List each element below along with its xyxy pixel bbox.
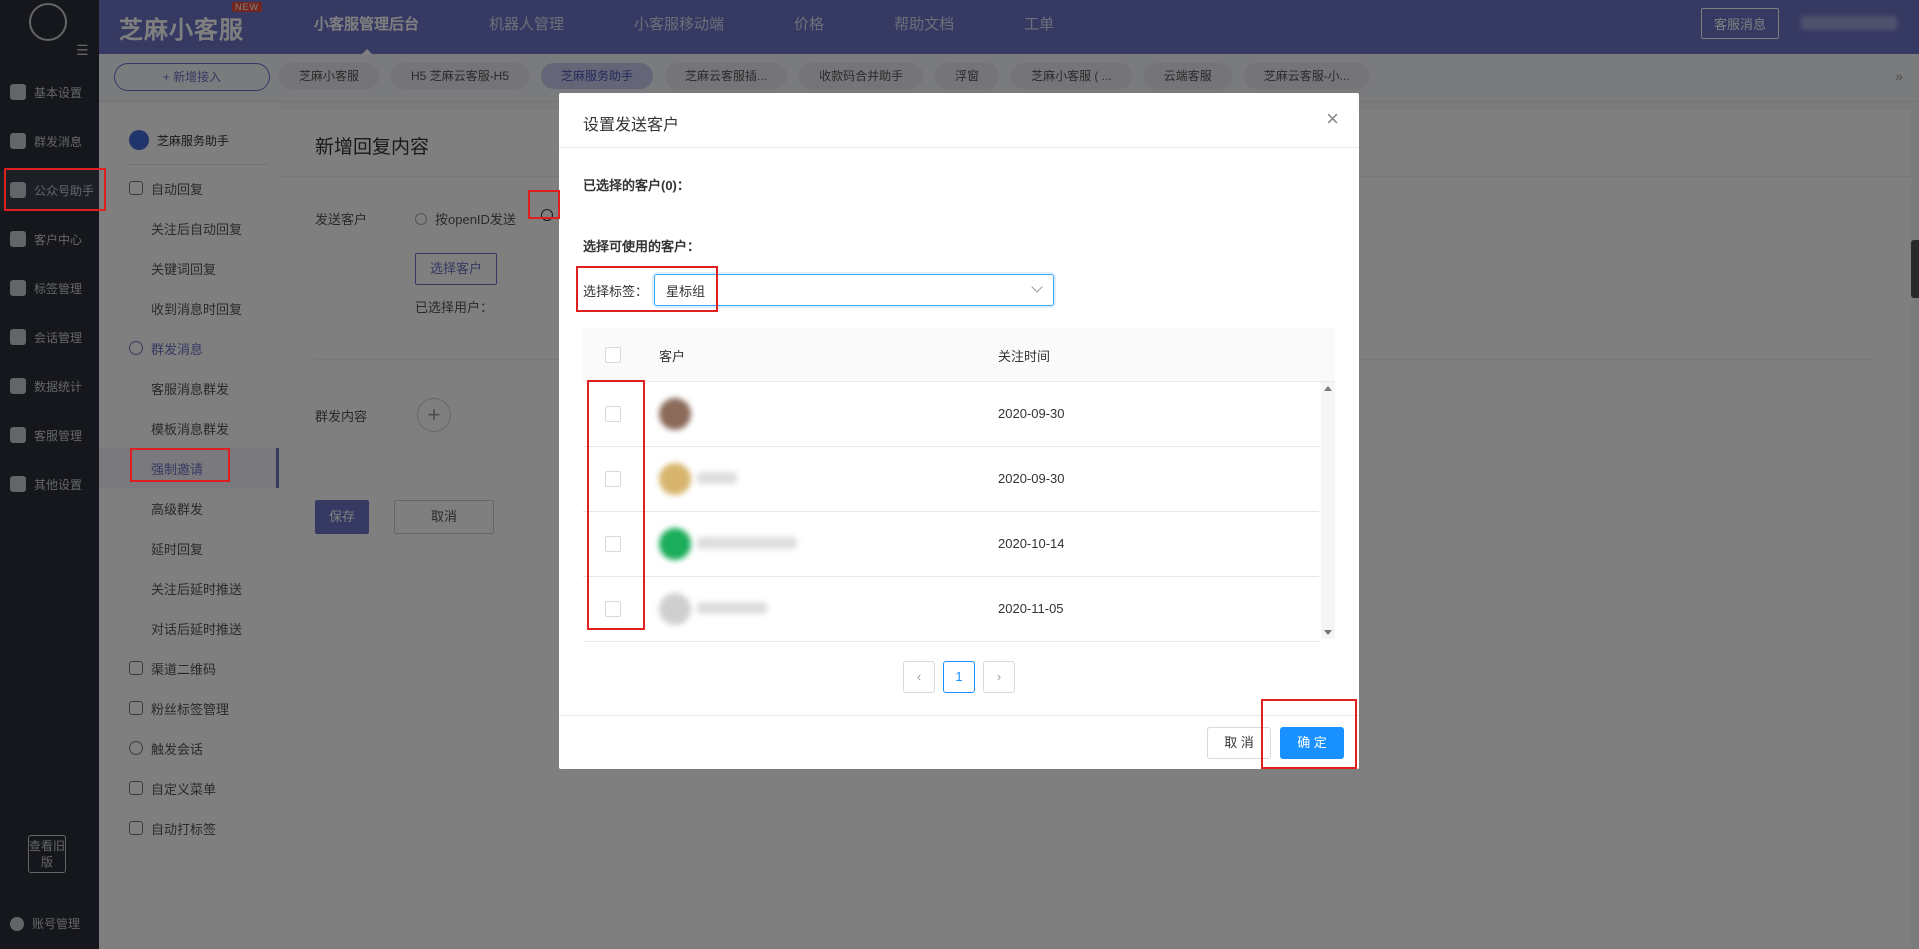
close-icon[interactable]: × (1326, 106, 1339, 132)
customer-name-blurred (697, 472, 737, 484)
selected-customers-label: 已选择的客户(0)： (583, 178, 690, 193)
customer-table: 客户 关注时间 2020-09-30 2020-09-30 2020-10-14… (583, 328, 1335, 642)
annotation-box (576, 266, 718, 312)
annotation-box (1261, 699, 1357, 769)
chevron-down-icon (1031, 281, 1043, 293)
column-follow-time: 关注时间 (998, 349, 1051, 364)
next-page-button[interactable]: › (983, 661, 1015, 693)
avatar (659, 398, 691, 430)
customer-name-blurred (697, 602, 767, 614)
table-row[interactable]: 2020-09-30 (583, 447, 1319, 512)
table-row[interactable]: 2020-10-14 (583, 512, 1319, 577)
table-scrollbar[interactable] (1321, 382, 1335, 639)
select-all-checkbox[interactable] (605, 347, 621, 363)
follow-date: 2020-11-05 (998, 601, 1064, 616)
set-recipients-modal: 设置发送客户 × 已选择的客户(0)： 选择可使用的客户： 选择标签： 星标组 … (559, 93, 1359, 769)
follow-date: 2020-10-14 (998, 536, 1065, 551)
table-row[interactable]: 2020-09-30 (583, 382, 1319, 447)
annotation-box (528, 190, 560, 219)
table-row[interactable]: 2020-11-05 (583, 577, 1319, 642)
follow-date: 2020-09-30 (998, 471, 1065, 486)
modal-title: 设置发送客户 (583, 117, 680, 134)
scroll-up-icon[interactable] (1324, 386, 1332, 391)
available-customers-label: 选择可使用的客户： (583, 239, 701, 254)
pagination: ‹ 1 › (903, 661, 1023, 693)
annotation-box (587, 380, 645, 630)
column-customer: 客户 (659, 349, 686, 364)
annotation-box (4, 168, 106, 211)
follow-date: 2020-09-30 (998, 406, 1065, 421)
customer-name-blurred (697, 537, 797, 549)
scroll-down-icon[interactable] (1324, 630, 1332, 635)
avatar (659, 528, 691, 560)
prev-page-button[interactable]: ‹ (903, 661, 935, 693)
page-number[interactable]: 1 (943, 661, 975, 693)
annotation-box (130, 448, 230, 482)
modal-footer-divider (559, 715, 1359, 716)
avatar (659, 463, 691, 495)
table-header: 客户 关注时间 (583, 328, 1335, 382)
avatar (659, 593, 691, 625)
modal-header: 设置发送客户 × (559, 93, 1359, 148)
